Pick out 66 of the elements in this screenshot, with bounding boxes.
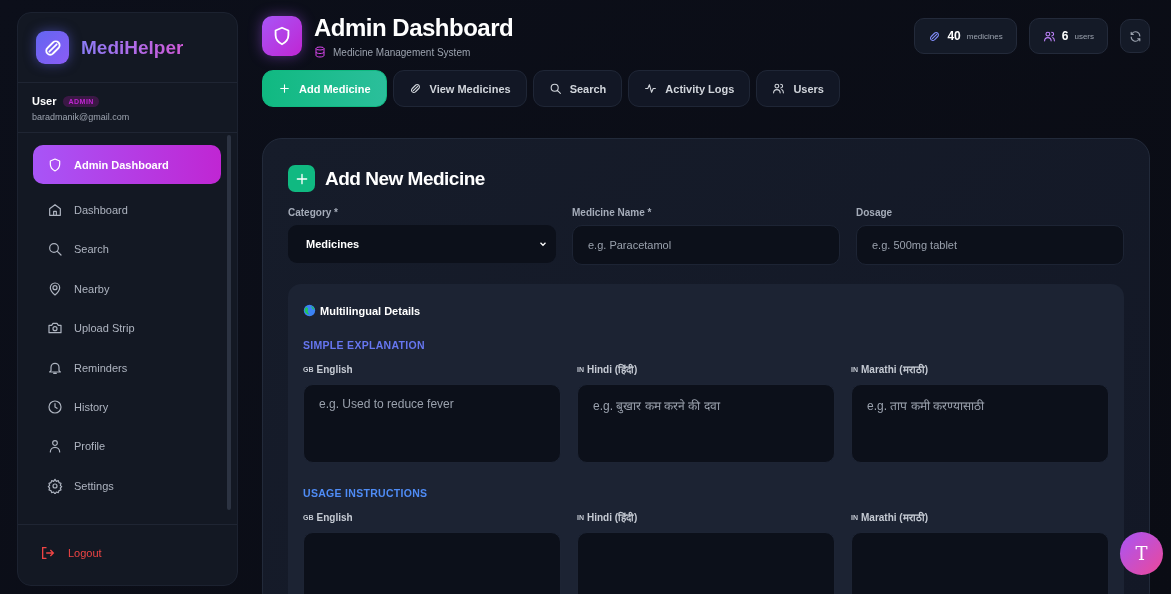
language-label: English <box>316 363 353 377</box>
person-icon <box>47 438 63 455</box>
tab[interactable]: Search <box>532 70 623 107</box>
users-icon <box>772 82 786 95</box>
stat-unit: medicines <box>966 31 1003 41</box>
language-label: Hindi (हिंदी) <box>587 363 638 377</box>
section-heading: SIMPLE EXPLANATION <box>303 339 426 351</box>
category-select[interactable]: Medicines <box>288 225 556 263</box>
stat-unit: users <box>1074 31 1094 41</box>
field-label: Category * <box>288 207 339 218</box>
pill-logo-icon <box>36 31 69 64</box>
input-field[interactable]: e.g. 500mg tablet <box>856 225 1124 265</box>
stat-value: 40 <box>947 29 961 43</box>
pill-icon <box>408 82 422 95</box>
sidebar-item[interactable]: Search <box>33 229 221 270</box>
settings-icon <box>47 477 63 494</box>
plus-icon <box>278 82 291 95</box>
text-area[interactable] <box>851 532 1109 594</box>
pill-icon <box>928 29 942 43</box>
tab[interactable]: Activity Logs <box>628 70 751 107</box>
logout-link[interactable]: Logout <box>40 545 215 561</box>
search-icon <box>47 241 63 258</box>
section-title: Multilingual Details <box>320 304 421 317</box>
tab[interactable]: Users <box>756 70 840 107</box>
stat-value: 6 <box>1061 29 1069 43</box>
home-icon <box>47 202 63 219</box>
text-area[interactable] <box>577 532 835 594</box>
users-icon <box>1042 29 1056 43</box>
sidebar-item[interactable]: Admin Dashboard <box>33 145 221 185</box>
language-label: Hindi (हिंदी) <box>587 511 638 525</box>
field-label: Dosage <box>856 207 894 218</box>
language-label: English <box>316 511 353 525</box>
database-icon <box>314 46 326 58</box>
refresh-icon <box>1128 29 1142 43</box>
text-area[interactable] <box>303 532 561 594</box>
sidebar-item[interactable]: Nearby <box>33 269 221 309</box>
page-subtitle: Medicine Management System <box>333 46 471 58</box>
sidebar-item[interactable]: Settings <box>33 466 221 506</box>
sidebar-item[interactable]: History <box>33 387 221 427</box>
input-field[interactable]: e.g. Paracetamol <box>572 225 840 265</box>
refresh-button[interactable] <box>1120 19 1150 53</box>
form-title: Add New Medicine <box>325 167 485 190</box>
shield-icon <box>47 156 63 173</box>
pulse-icon <box>644 82 658 95</box>
page-title: Admin Dashboard <box>314 14 514 42</box>
search-icon <box>548 82 562 95</box>
tab[interactable]: View Medicines <box>392 70 527 107</box>
text-area[interactable]: e.g. ताप कमी करण्यासाठी <box>851 384 1109 463</box>
shield-icon <box>262 16 302 56</box>
sidebar-item[interactable]: Dashboard <box>33 190 221 230</box>
location-pin-icon <box>47 280 63 297</box>
sidebar-item[interactable]: Upload Strip <box>33 308 221 348</box>
user-email: baradmanik@gmail.com <box>32 112 131 122</box>
text-area[interactable]: e.g. Used to reduce fever <box>303 384 561 463</box>
sidebar-item[interactable]: Reminders <box>33 347 221 388</box>
text-area[interactable]: e.g. बुखार कम करने की दवा <box>577 384 835 463</box>
section-heading: USAGE INSTRUCTIONS <box>303 487 429 499</box>
user-name: User <box>32 95 57 107</box>
globe-icon <box>303 304 316 317</box>
language-label: Marathi (मराठी) <box>861 363 928 377</box>
sidebar-item[interactable]: Profile <box>33 426 221 467</box>
logout-icon <box>40 545 56 561</box>
clock-icon <box>47 399 63 416</box>
language-label: Marathi (मराठी) <box>861 511 928 525</box>
plus-icon <box>288 165 315 192</box>
field-label: Medicine Name * <box>572 207 653 218</box>
